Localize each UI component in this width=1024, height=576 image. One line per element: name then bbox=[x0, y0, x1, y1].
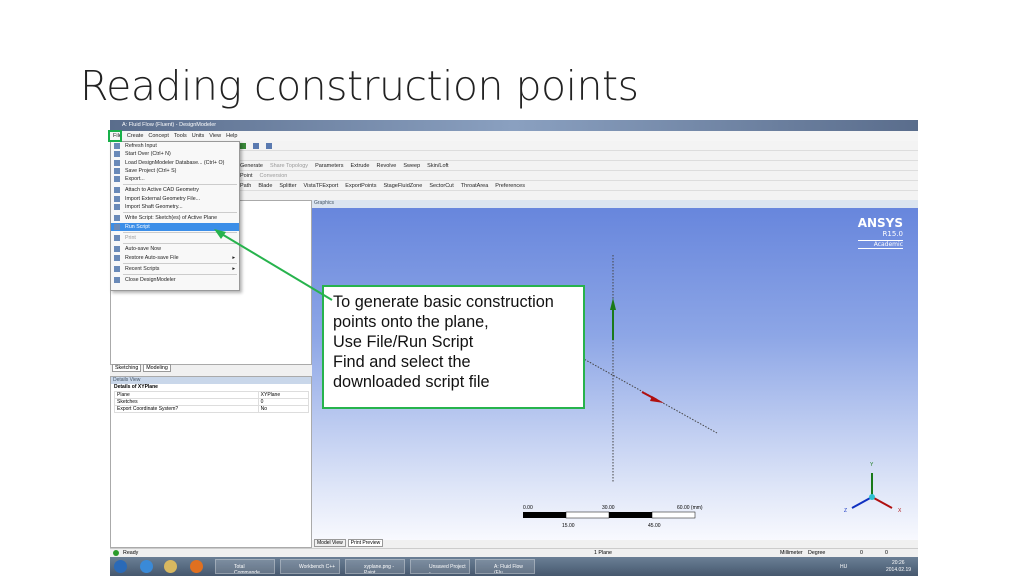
callout-arrow bbox=[214, 229, 333, 301]
